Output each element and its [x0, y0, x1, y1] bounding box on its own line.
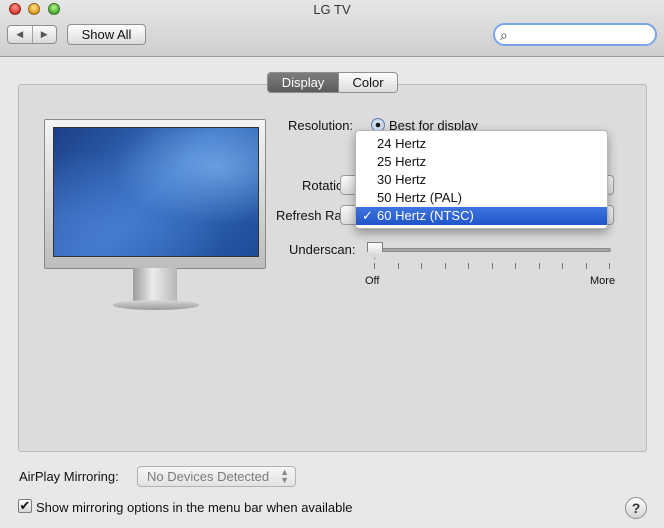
back-arrow-icon: ◀ [16, 29, 24, 39]
show-mirroring-checkbox[interactable]: ✔ [18, 499, 32, 513]
menu-item-24hz[interactable]: 24 Hertz [356, 135, 607, 153]
slider-tick [444, 263, 446, 269]
help-button[interactable]: ? [625, 497, 647, 519]
slider-tick [562, 263, 563, 269]
forward-arrow-icon: ▶ [40, 29, 48, 39]
menu-item-label: 30 Hertz [377, 172, 427, 187]
airplay-mirroring-value: No Devices Detected [147, 469, 270, 484]
slider-tick [538, 263, 540, 269]
airplay-mirroring-label: AirPlay Mirroring: [19, 469, 119, 484]
monitor-base [113, 300, 199, 310]
monitor-illustration [44, 119, 266, 269]
tab-bar: Display Color [267, 72, 398, 93]
slider-tick [374, 263, 375, 269]
slider-tick [585, 263, 587, 269]
show-mirroring-label: Show mirroring options in the menu bar w… [36, 500, 353, 515]
menu-item-label: 25 Hertz [377, 154, 427, 169]
refresh-rate-menu: 24 Hertz 25 Hertz 30 Hertz 50 Hertz (PAL… [355, 130, 608, 229]
back-button[interactable]: ◀ [8, 26, 32, 43]
search-icon: ⌕ [500, 27, 508, 43]
underscan-slider-track[interactable] [371, 248, 611, 252]
monitor-stand [133, 268, 177, 302]
window-title: LG TV [313, 2, 351, 17]
airplay-mirroring-popup[interactable]: No Devices Detected ▲ ▼ [137, 466, 296, 487]
slider-tick [609, 263, 610, 269]
menu-item-label: 50 Hertz (PAL) [377, 190, 463, 205]
show-all-button[interactable]: Show All [67, 24, 146, 45]
slider-tick [491, 263, 493, 269]
menu-item-50hz-pal[interactable]: 50 Hertz (PAL) [356, 189, 607, 207]
menu-item-25hz[interactable]: 25 Hertz [356, 153, 607, 171]
menu-item-label: 24 Hertz [377, 136, 427, 151]
checkmark-icon: ✓ [362, 208, 373, 223]
forward-button[interactable]: ▶ [31, 26, 57, 43]
tab-display[interactable]: Display [268, 73, 338, 92]
search-input[interactable] [515, 27, 654, 44]
slider-tick [421, 263, 422, 269]
slider-tick [397, 263, 399, 269]
monitor-screen [53, 127, 259, 257]
back-forward-control: ◀ ▶ [7, 25, 57, 44]
underscan-ticks [374, 263, 610, 269]
search-field[interactable]: ⌕ [493, 23, 657, 46]
slider-tick [468, 263, 469, 269]
resolution-label: Resolution: [288, 118, 354, 133]
menu-item-30hz[interactable]: 30 Hertz [356, 171, 607, 189]
underscan-min-label: Off [365, 275, 380, 287]
underscan-max-label: More [590, 275, 616, 287]
tab-color[interactable]: Color [338, 73, 397, 92]
underscan-label: Underscan: [289, 242, 356, 257]
menu-item-60hz-ntsc[interactable]: ✓ 60 Hertz (NTSC) [356, 207, 607, 225]
menu-item-label: 60 Hertz (NTSC) [377, 208, 474, 223]
slider-tick [515, 263, 516, 269]
window-toolbar: LG TV ◀ ▶ Show All ⌕ [0, 0, 664, 57]
popup-arrows-icon: ▲ ▼ [280, 467, 289, 485]
